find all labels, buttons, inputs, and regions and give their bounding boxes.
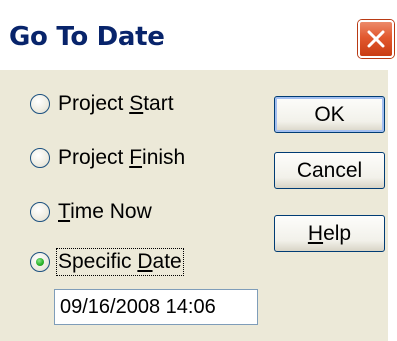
window-title: Go To Date xyxy=(9,22,165,52)
ok-button[interactable]: OK xyxy=(274,96,385,133)
radio-specific-date-circle[interactable] xyxy=(30,252,50,272)
help-button-label: Help xyxy=(307,221,352,245)
close-icon xyxy=(367,30,385,48)
close-button[interactable] xyxy=(358,20,394,58)
radio-project-start-label: Project Start xyxy=(58,92,174,115)
cancel-button-label: Cancel xyxy=(296,158,363,182)
radio-project-start-circle[interactable] xyxy=(30,94,50,114)
radio-project-start[interactable]: Project Start xyxy=(30,89,174,119)
radio-project-finish-circle[interactable] xyxy=(30,148,50,168)
cancel-button[interactable]: Cancel xyxy=(274,152,385,189)
radio-time-now-circle[interactable] xyxy=(30,202,50,222)
ok-button-label: OK xyxy=(314,102,345,126)
radio-project-finish-label: Project Finish xyxy=(58,146,186,169)
radio-time-now-label: Time Now xyxy=(58,200,152,223)
specific-date-input[interactable] xyxy=(54,289,258,325)
title-bar[interactable]: Go To Date xyxy=(0,0,397,70)
help-button[interactable]: Help xyxy=(274,215,385,252)
go-to-date-dialog: Go To Date Project Start Project Finish … xyxy=(0,0,397,341)
radio-specific-date[interactable]: Specific Date xyxy=(30,247,184,277)
radio-time-now[interactable]: Time Now xyxy=(30,197,152,227)
radio-specific-date-label: Specific Date xyxy=(56,248,184,276)
radio-project-finish[interactable]: Project Finish xyxy=(30,143,185,173)
